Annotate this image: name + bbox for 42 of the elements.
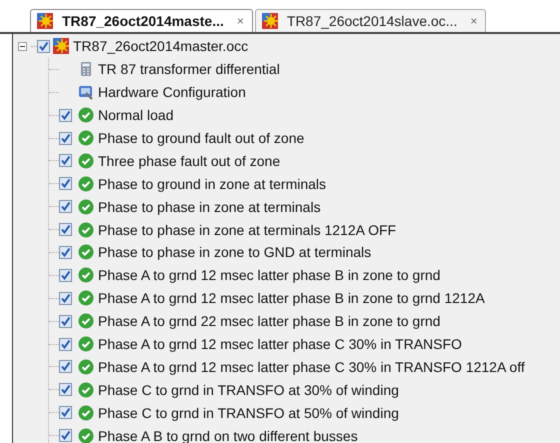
- tree-item[interactable]: Phase A to grnd 12 msec latter phase B in zone to grnd 1212A: [98, 290, 485, 306]
- tree-item[interactable]: Phase to phase in zone to GND at terminals: [98, 244, 372, 260]
- close-icon[interactable]: ×: [236, 14, 244, 28]
- app-icon: [262, 13, 278, 29]
- checkbox[interactable]: [59, 314, 72, 328]
- tree-item[interactable]: TR87_26oct2014master.occ: [73, 38, 248, 54]
- tree-item[interactable]: Phase to ground fault out of zone: [98, 130, 304, 146]
- checkbox[interactable]: [59, 338, 72, 351]
- tree-item[interactable]: Phase to phase in zone at terminals: [98, 198, 321, 215]
- checkbox[interactable]: [59, 406, 72, 420]
- checkbox[interactable]: [59, 383, 72, 396]
- close-icon[interactable]: ×: [470, 14, 478, 28]
- checkbox[interactable]: [37, 40, 50, 53]
- file-tab[interactable]: TR87_26oct2014maste... ×: [30, 9, 253, 32]
- checkbox[interactable]: [59, 429, 72, 442]
- tree-item[interactable]: Phase to phase in zone at terminals 1212A OFF: [98, 222, 396, 238]
- tree-item[interactable]: Phase A to grnd 12 msec latter phase C 30% in TRANSFO: [98, 336, 462, 352]
- file-tab[interactable]: TR87_26oct2014slave.oc... ×: [254, 9, 486, 32]
- checkbox[interactable]: [59, 223, 72, 236]
- checkbox[interactable]: [59, 292, 72, 305]
- calculator-icon: [78, 61, 94, 78]
- checkbox[interactable]: [59, 200, 72, 214]
- tree-item[interactable]: Normal load: [98, 107, 174, 124]
- tree-item[interactable]: TR 87 transformer differential: [98, 61, 280, 78]
- tree-item[interactable]: Phase A to grnd 22 msec latter phase B in zone to grnd: [98, 313, 440, 330]
- app-icon: [53, 38, 69, 54]
- tree-item[interactable]: Three phase fault out of zone: [98, 152, 280, 169]
- tree-item[interactable]: Phase to ground in zone at terminals: [98, 176, 326, 192]
- tree-item[interactable]: Phase A to grnd 12 msec latter phase B in zone to grnd: [98, 267, 440, 284]
- checkbox[interactable]: [59, 177, 72, 190]
- tree-item[interactable]: Phase C to grnd in TRANSFO at 30% of winding: [98, 382, 399, 398]
- app-icon: [37, 13, 53, 29]
- tree-item[interactable]: Phase C to grnd in TRANSFO at 50% of winding: [98, 404, 399, 421]
- checkbox[interactable]: [59, 132, 72, 144]
- checkbox[interactable]: [59, 360, 72, 374]
- checkbox[interactable]: [59, 154, 72, 168]
- checkbox[interactable]: [59, 108, 72, 122]
- collapse-icon[interactable]: [18, 42, 27, 51]
- tree-item[interactable]: Hardware Configuration: [98, 84, 246, 100]
- tree-item[interactable]: Phase A to grnd 12 msec latter phase C 30% in TRANSFO 1212A off: [98, 358, 525, 375]
- checkbox[interactable]: [59, 268, 72, 282]
- checkbox[interactable]: [59, 246, 72, 259]
